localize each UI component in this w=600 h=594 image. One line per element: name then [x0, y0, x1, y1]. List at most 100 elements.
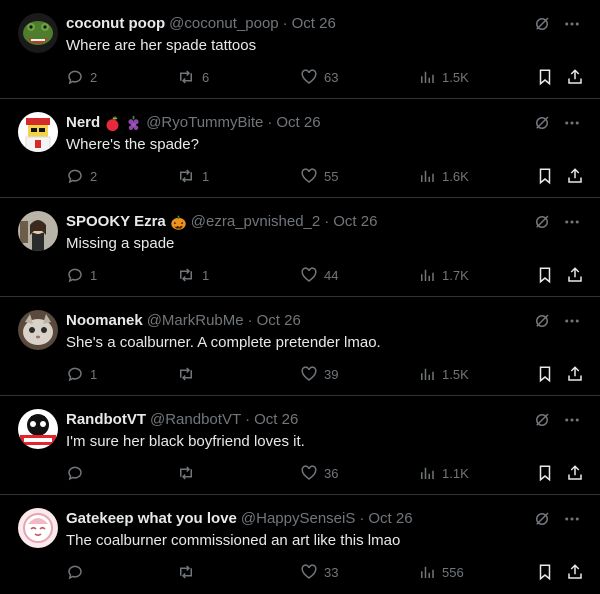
user-handle[interactable]: @coconut_poop: [169, 14, 278, 34]
retweet-button[interactable]: 1: [176, 166, 209, 186]
timestamp[interactable]: Oct 26: [333, 212, 377, 232]
tweet-header: Gatekeep what you love @HappySenseiS · O…: [66, 509, 413, 529]
like-count: 33: [324, 564, 339, 580]
retweet-button[interactable]: 6: [176, 67, 209, 87]
more-icon[interactable]: [562, 14, 582, 34]
bookmark-button[interactable]: [536, 463, 554, 483]
share-icon: [568, 564, 582, 579]
bookmark-icon: [539, 69, 551, 86]
bookmark-icon: [539, 465, 551, 482]
reply-button[interactable]: 2: [66, 166, 97, 186]
bookmark-button[interactable]: [536, 166, 554, 186]
tweet-row[interactable]: Nerd @RyoTummyBite · Oct 26 Where's the …: [0, 99, 600, 198]
views-button[interactable]: 1.1K: [418, 463, 469, 483]
grok-icon[interactable]: [532, 14, 552, 34]
bookmark-button[interactable]: [536, 562, 554, 582]
bookmark-icon: [539, 267, 551, 284]
retweet-button[interactable]: [176, 463, 202, 483]
user-handle[interactable]: @ezra_pvnished_2: [191, 212, 320, 232]
user-handle[interactable]: @RandbotVT: [150, 410, 241, 430]
avatar[interactable]: [18, 508, 58, 548]
like-button[interactable]: 33: [300, 562, 338, 582]
tweet-row[interactable]: RandbotVT @RandbotVT · Oct 26 I'm sure h…: [0, 396, 600, 495]
avatar[interactable]: [18, 112, 58, 152]
reply-button[interactable]: [66, 463, 90, 483]
avatar[interactable]: [18, 211, 58, 251]
tweet-row[interactable]: SPOOKY Ezra @ezra_pvnished_2 · Oct 26 Mi…: [0, 198, 600, 297]
views-button[interactable]: 1.7K: [418, 265, 469, 285]
like-button[interactable]: 36: [300, 463, 338, 483]
share-button[interactable]: [566, 67, 584, 87]
like-button[interactable]: 39: [300, 364, 338, 384]
heart-icon: [301, 69, 317, 84]
display-name[interactable]: SPOOKY Ezra: [66, 212, 166, 232]
tweet-top-actions: [532, 113, 582, 133]
display-name[interactable]: Nerd: [66, 113, 100, 133]
tweet-text: I'm sure her black boyfriend loves it.: [66, 433, 305, 450]
reply-count: 2: [90, 69, 98, 85]
user-handle[interactable]: @HappySenseiS: [241, 509, 355, 529]
timestamp[interactable]: Oct 26: [368, 509, 412, 529]
bookmark-button[interactable]: [536, 67, 554, 87]
reply-count: 1: [90, 366, 98, 382]
retweet-button[interactable]: [176, 562, 202, 582]
views-button[interactable]: 1.5K: [418, 67, 469, 87]
display-name[interactable]: Noomanek: [66, 311, 143, 331]
grok-icon[interactable]: [532, 212, 552, 232]
like-button[interactable]: 63: [300, 67, 338, 87]
views-button[interactable]: 556: [418, 562, 464, 582]
views-button[interactable]: 1.5K: [418, 364, 469, 384]
display-name[interactable]: RandbotVT: [66, 410, 146, 430]
more-icon[interactable]: [562, 509, 582, 529]
user-handle[interactable]: @RyoTummyBite: [146, 113, 263, 133]
heart-icon: [301, 564, 317, 579]
like-button[interactable]: 55: [300, 166, 338, 186]
like-count: 44: [324, 267, 339, 283]
retweet-button[interactable]: 1: [176, 265, 209, 285]
grok-icon[interactable]: [532, 311, 552, 331]
user-handle[interactable]: @MarkRubMe: [147, 311, 244, 331]
avatar[interactable]: [18, 310, 58, 350]
tweet-row[interactable]: coconut poop @coconut_poop · Oct 26 Wher…: [0, 0, 600, 99]
share-button[interactable]: [566, 265, 584, 285]
bookmark-icon: [539, 168, 551, 185]
share-button[interactable]: [566, 166, 584, 186]
tweet-row[interactable]: Gatekeep what you love @HappySenseiS · O…: [0, 495, 600, 594]
timestamp[interactable]: Oct 26: [257, 311, 301, 331]
action-bar: 2 1 55 1.6K: [66, 166, 586, 186]
avatar[interactable]: [18, 409, 58, 449]
grok-icon[interactable]: [532, 113, 552, 133]
like-button[interactable]: 44: [300, 265, 338, 285]
reply-button[interactable]: 2: [66, 67, 97, 87]
bookmark-button[interactable]: [536, 364, 554, 384]
timestamp[interactable]: Oct 26: [254, 410, 298, 430]
tweet-row[interactable]: Noomanek @MarkRubMe · Oct 26 She's a coa…: [0, 297, 600, 396]
tweet-top-actions: [532, 410, 582, 430]
more-icon[interactable]: [562, 212, 582, 232]
views-icon: [421, 467, 434, 479]
reply-icon: [68, 169, 82, 184]
share-button[interactable]: [566, 562, 584, 582]
views-count: 1.6K: [442, 168, 469, 184]
reply-button[interactable]: 1: [66, 364, 97, 384]
more-icon[interactable]: [562, 410, 582, 430]
bookmark-icon: [539, 564, 551, 581]
reply-button[interactable]: 1: [66, 265, 97, 285]
reply-button[interactable]: [66, 562, 90, 582]
avatar[interactable]: [18, 13, 58, 53]
display-name[interactable]: coconut poop: [66, 14, 165, 34]
grok-icon[interactable]: [532, 509, 552, 529]
apple-emoji-icon: [104, 115, 121, 132]
bookmark-button[interactable]: [536, 265, 554, 285]
views-button[interactable]: 1.6K: [418, 166, 469, 186]
grok-icon[interactable]: [532, 410, 552, 430]
tweet-text: She's a coalburner. A complete pretender…: [66, 334, 381, 351]
retweet-button[interactable]: [176, 364, 202, 384]
more-icon[interactable]: [562, 311, 582, 331]
timestamp[interactable]: Oct 26: [292, 14, 336, 34]
share-button[interactable]: [566, 364, 584, 384]
timestamp[interactable]: Oct 26: [276, 113, 320, 133]
more-icon[interactable]: [562, 113, 582, 133]
share-button[interactable]: [566, 463, 584, 483]
display-name[interactable]: Gatekeep what you love: [66, 509, 237, 529]
